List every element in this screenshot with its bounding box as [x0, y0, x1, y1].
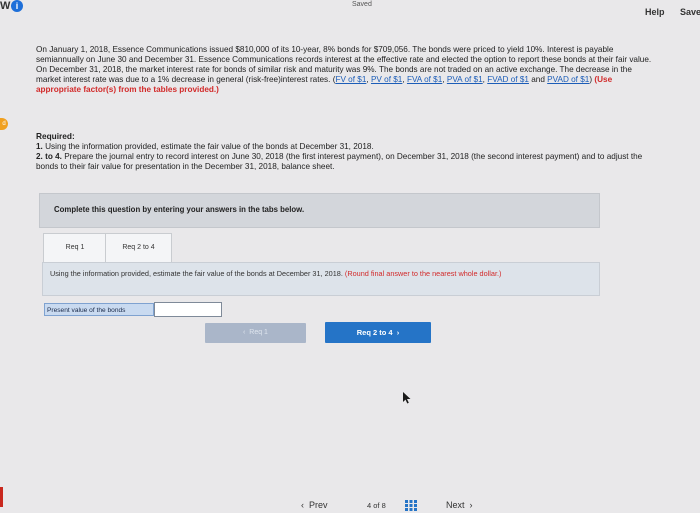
prev-question-button[interactable]: ‹ Prev: [301, 500, 328, 510]
chevron-right-icon: ›: [464, 500, 473, 510]
tab-req-2-to-4[interactable]: Req 2 to 4: [105, 233, 172, 263]
present-value-input[interactable]: [154, 302, 222, 317]
grid-icon[interactable]: [405, 500, 417, 511]
required-item-2-text: Prepare the journal entry to record inte…: [36, 152, 643, 171]
tab-req-1[interactable]: Req 1: [43, 233, 107, 263]
link-pva-of-1[interactable]: PVA of $1: [447, 75, 483, 84]
side-tab[interactable]: d: [0, 118, 8, 130]
link-fv-of-1[interactable]: FV of $1: [335, 75, 366, 84]
chevron-left-icon: ‹: [301, 500, 309, 510]
next-req-button[interactable]: Req 2 to 4 ›: [325, 322, 431, 343]
link-fva-of-1[interactable]: FVA of $1: [407, 75, 442, 84]
top-bar: W i Saved Help Save: [0, 0, 700, 24]
link-pvad-of-1[interactable]: PVAD of $1: [547, 75, 589, 84]
prev-req-button[interactable]: ‹ Req 1: [205, 323, 306, 343]
question-text: Using the information provided, estimate…: [50, 269, 580, 278]
instruction-text: Complete this question by entering your …: [54, 205, 305, 214]
mouse-cursor-icon: [403, 392, 411, 404]
link-pv-of-1[interactable]: PV of $1: [371, 75, 402, 84]
question-panel: Using the information provided, estimate…: [42, 262, 600, 296]
info-icon[interactable]: i: [11, 0, 23, 12]
page-of: of: [373, 501, 380, 510]
required-item-1-text: Using the information provided, estimate…: [42, 142, 374, 151]
required-item-2-number: 2. to 4.: [36, 152, 62, 161]
prev-req-label: Req 1: [249, 329, 268, 336]
required-heading: Required:: [36, 131, 75, 141]
rounding-instruction: (Round final answer to the nearest whole…: [344, 269, 502, 278]
question-body: Using the information provided, estimate…: [50, 269, 345, 278]
problem-statement: On January 1, 2018, Essence Communicatio…: [36, 45, 652, 94]
save-button[interactable]: Save: [680, 7, 700, 17]
saved-status: Saved: [352, 1, 372, 8]
instruction-banner: Complete this question by entering your …: [39, 193, 600, 228]
required-item-1: 1. Using the information provided, estim…: [36, 142, 656, 152]
page-current: 4: [367, 501, 372, 510]
required-item-1-number: 1.: [36, 142, 43, 151]
present-value-label: Present value of the bonds: [44, 303, 154, 316]
app-logo: W: [0, 0, 11, 12]
page-indicator: 4 of 8: [367, 501, 386, 510]
next-question-button[interactable]: Next ›: [446, 500, 473, 510]
next-label: Next: [446, 500, 465, 510]
page-total: 8: [381, 501, 386, 510]
link-fvad-of-1[interactable]: FVAD of $1: [487, 75, 529, 84]
side-marker: [0, 487, 3, 507]
chevron-right-icon: ›: [392, 328, 400, 337]
next-req-label: Req 2 to 4: [356, 328, 393, 337]
required-item-2: 2. to 4. Prepare the journal entry to re…: [36, 152, 656, 172]
help-button[interactable]: Help: [645, 7, 665, 17]
prev-label: Prev: [309, 500, 328, 510]
